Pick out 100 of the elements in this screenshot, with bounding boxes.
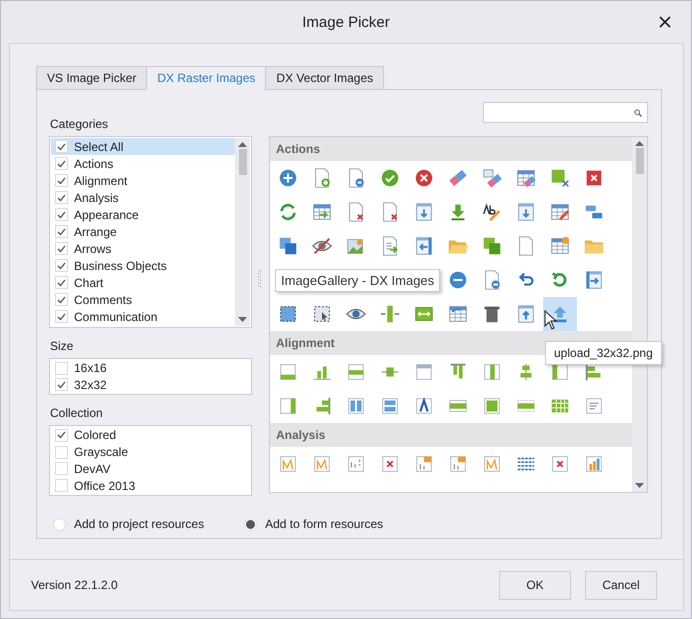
search-field[interactable] [483,102,648,123]
search-icon [634,108,642,116]
group-label: Categories [50,117,110,131]
list-item[interactable]: Comments [51,291,235,308]
tooltip: upload_32x32.png [545,341,662,365]
cross-circle-icon [413,167,435,189]
checkbox[interactable] [55,191,68,204]
list-item[interactable]: Grayscale [51,444,250,460]
dialog-button[interactable]: OK [499,570,571,600]
section-header: Analysis [270,423,632,447]
checkbox[interactable] [55,140,68,153]
list-item[interactable]: Arrange [51,223,235,240]
chart-bars-icon [583,453,605,475]
checkbox[interactable] [55,242,68,255]
list-item[interactable]: Colored [51,427,250,444]
checkbox[interactable] [55,259,68,272]
list-item[interactable]: Actions [51,155,235,172]
checkbox[interactable] [55,208,68,221]
list-item[interactable]: 32x32 [51,376,250,393]
text-pen-icon [481,201,503,223]
panel-bottom-icon [277,361,299,383]
chart-frame-icon [277,453,299,475]
list-item[interactable]: Communication [51,308,235,325]
chart-frame-icon [311,453,333,475]
list-item[interactable]: Arrows [51,240,235,257]
checkbox[interactable] [55,378,68,392]
list-bracket-icon [345,453,367,475]
scroll-down-icon[interactable] [238,317,247,322]
tab[interactable]: VS Image Picker [36,66,148,90]
panel-middle-icon [345,361,367,383]
list-item[interactable]: Analysis [51,189,235,206]
filled-panel-icon [481,395,503,417]
mouse-cursor-icon [544,310,557,330]
picture-eraser-icon [481,167,503,189]
stacked-squares-icon [481,235,503,257]
checkbox[interactable] [55,310,68,323]
window-left-icon [413,235,435,257]
squares-icon [277,235,299,257]
eye-off-icon [311,235,333,257]
check-icon [57,431,66,440]
dashed-square-icon [277,303,299,325]
group-label: Size [50,339,74,353]
panel-right-icon [277,395,299,417]
chart-cross-icon [549,453,571,475]
two-columns-icon [345,395,367,417]
list-item[interactable]: Business Objects [51,257,235,274]
scroll-down-icon[interactable] [635,483,644,488]
scroll-up-icon[interactable] [635,141,644,146]
checkbox[interactable] [55,446,68,459]
list-item[interactable]: Appearance [51,206,235,223]
checkbox[interactable] [55,174,68,187]
scroll-thumb[interactable] [636,148,644,174]
radio-label: Add to form resources [265,517,384,531]
panel-column-icon [481,361,503,383]
window-right-icon [583,269,605,291]
checkbox[interactable] [55,362,68,375]
checkbox[interactable] [55,293,68,306]
tooltip: ImageGallery - DX Images [275,268,440,292]
radio-button[interactable] [244,518,258,530]
window-title: Image Picker [302,14,390,30]
list-item[interactable]: Alignment [51,172,235,189]
scroll-up-icon[interactable] [238,142,247,147]
checkbox[interactable] [55,225,68,238]
window-down-icon [413,201,435,223]
upload-box-icon [515,303,537,325]
close-button[interactable] [657,14,673,30]
eraser-icon [447,167,469,189]
plus-circle-icon [277,167,299,189]
checkbox[interactable] [55,462,68,476]
scroll-thumb[interactable] [238,149,246,175]
list-item[interactable]: Chart [51,274,235,291]
list-item[interactable]: Select All [51,138,235,155]
list-item[interactable]: Office 2013 [51,477,250,494]
section-header: Actions [270,137,632,161]
window-down-icon [515,201,537,223]
chart-badge-icon [413,453,435,475]
radio-label: Add to project resources [74,517,204,531]
dashed-pointer-icon [311,303,333,325]
table-refresh-icon [447,303,469,325]
table-eraser-icon [515,167,537,189]
chart-frame-icon [481,453,503,475]
radio-button[interactable] [53,518,66,530]
form-icon [583,395,605,417]
check-icon [57,380,66,389]
tab[interactable]: DX Raster Images [146,66,266,90]
list-item[interactable]: 16x16 [51,360,250,376]
scrollbar[interactable] [235,138,250,326]
panel-top-icon [413,361,435,383]
checkbox[interactable] [55,428,68,442]
group-label: Collection [50,406,104,420]
dialog-button[interactable]: Cancel [585,570,657,600]
table-pen-icon [549,201,571,223]
checkbox[interactable] [55,157,68,170]
two-rows-icon [379,395,401,417]
triangle-frame-icon [413,395,435,417]
checkbox[interactable] [55,479,68,492]
split-vertical-icon [379,303,401,325]
checkbox[interactable] [55,276,68,289]
list-item[interactable]: DevAV [51,460,250,478]
tab[interactable]: DX Vector Images [265,66,384,90]
